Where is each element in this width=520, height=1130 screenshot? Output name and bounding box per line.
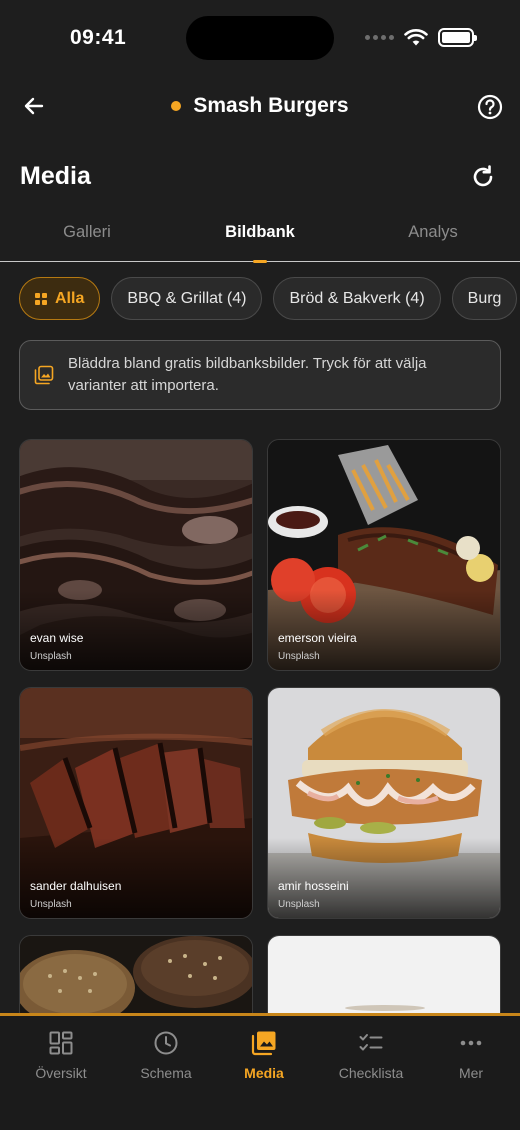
photo-card[interactable]: sander dalhuisen Unsplash xyxy=(19,687,253,919)
photo-source: Unsplash xyxy=(30,899,72,910)
photo-author: sander dalhuisen xyxy=(30,879,122,893)
wifi-icon xyxy=(404,28,428,45)
info-banner[interactable]: Bläddra bland gratis bildbanksbilder. Tr… xyxy=(19,340,501,410)
refresh-icon xyxy=(473,165,493,187)
page-title: Media xyxy=(20,162,91,190)
nav-title-group: Smash Burgers xyxy=(0,94,520,118)
status-indicators xyxy=(365,28,477,47)
filter-chip-burgare[interactable]: Burg xyxy=(451,277,518,320)
tab-label: Galleri xyxy=(63,223,111,241)
tab-analys[interactable]: Analys xyxy=(366,212,500,262)
photo-card[interactable]: emerson vieira Unsplash xyxy=(267,439,501,671)
bottom-tab-label: Schema xyxy=(140,1065,192,1081)
photo-author: evan wise xyxy=(30,631,84,645)
photo-source: Unsplash xyxy=(278,651,320,662)
help-button[interactable] xyxy=(476,93,504,121)
chip-label: Bröd & Bakverk (4) xyxy=(289,289,425,307)
bottom-tab-schema[interactable]: Schema xyxy=(116,1030,216,1081)
dashboard-icon xyxy=(49,1031,73,1055)
bottom-tab-label: Mer xyxy=(458,1065,484,1081)
grid-icon xyxy=(35,292,47,305)
chip-label: Burg xyxy=(467,289,502,307)
bottom-tab-oversikt[interactable]: Översikt xyxy=(11,1030,111,1081)
refresh-button[interactable] xyxy=(470,164,496,190)
info-banner-text: Bläddra bland gratis bildbanksbilder. Tr… xyxy=(68,355,427,394)
nav-bar: Smash Burgers xyxy=(0,80,520,134)
photo-source: Unsplash xyxy=(30,651,72,662)
tab-label: Analys xyxy=(408,223,458,241)
stock-photo xyxy=(20,936,252,1013)
filter-chip-bbq[interactable]: BBQ & Grillat (4) xyxy=(111,277,263,320)
bottom-tab-media[interactable]: Media xyxy=(214,1030,314,1081)
battery-icon xyxy=(438,28,477,47)
active-tab-indicator xyxy=(253,260,267,263)
dynamic-island xyxy=(186,16,334,60)
tab-label: Bildbank xyxy=(225,223,295,241)
photo-card[interactable]: amir hosseini Unsplash xyxy=(267,687,501,919)
status-bar: 09:41 xyxy=(0,0,520,76)
help-circle-icon xyxy=(477,94,503,120)
photo-card[interactable] xyxy=(267,935,501,1013)
filter-chip-brod[interactable]: Bröd & Bakverk (4) xyxy=(273,277,441,320)
status-dot xyxy=(171,101,182,111)
bottom-tab-label: Media xyxy=(244,1065,284,1081)
photo-card[interactable]: evan wise Unsplash xyxy=(19,439,253,671)
clock-icon xyxy=(154,1031,178,1055)
bottom-tab-mer[interactable]: Mer xyxy=(421,1030,520,1081)
photo-library-icon xyxy=(34,365,54,385)
stock-photo xyxy=(268,936,500,1013)
bottom-tab-label: Översikt xyxy=(35,1065,87,1081)
photo-author: emerson vieira xyxy=(278,631,357,645)
checklist-icon xyxy=(359,1034,383,1051)
photo-author: amir hosseini xyxy=(278,879,349,893)
image-stack-icon xyxy=(251,1031,276,1056)
filter-chips: Alla BBQ & Grillat (4) Bröd & Bakverk (4… xyxy=(19,277,518,320)
filter-chip-alla[interactable]: Alla xyxy=(19,277,101,320)
bottom-tab-bar: Översikt Schema Media Checklista Mer xyxy=(0,1013,520,1130)
chip-label: BBQ & Grillat (4) xyxy=(127,289,247,307)
photo-grid: evan wise Unsplash emerson vieira Unspla… xyxy=(19,439,501,1013)
chip-label: Alla xyxy=(55,289,85,307)
photo-source: Unsplash xyxy=(278,899,320,910)
bottom-tab-label: Checklista xyxy=(338,1065,404,1081)
restaurant-title: Smash Burgers xyxy=(193,94,349,117)
bottom-tab-checklista[interactable]: Checklista xyxy=(321,1030,421,1081)
photo-card[interactable] xyxy=(19,935,253,1013)
cellular-signal-icon xyxy=(365,35,394,40)
media-tabs: Galleri Bildbank Analys xyxy=(0,212,520,263)
status-time: 09:41 xyxy=(70,26,127,49)
more-dots-icon xyxy=(460,1040,482,1046)
tab-galleri[interactable]: Galleri xyxy=(20,212,154,262)
tab-bildbank[interactable]: Bildbank xyxy=(193,212,327,263)
